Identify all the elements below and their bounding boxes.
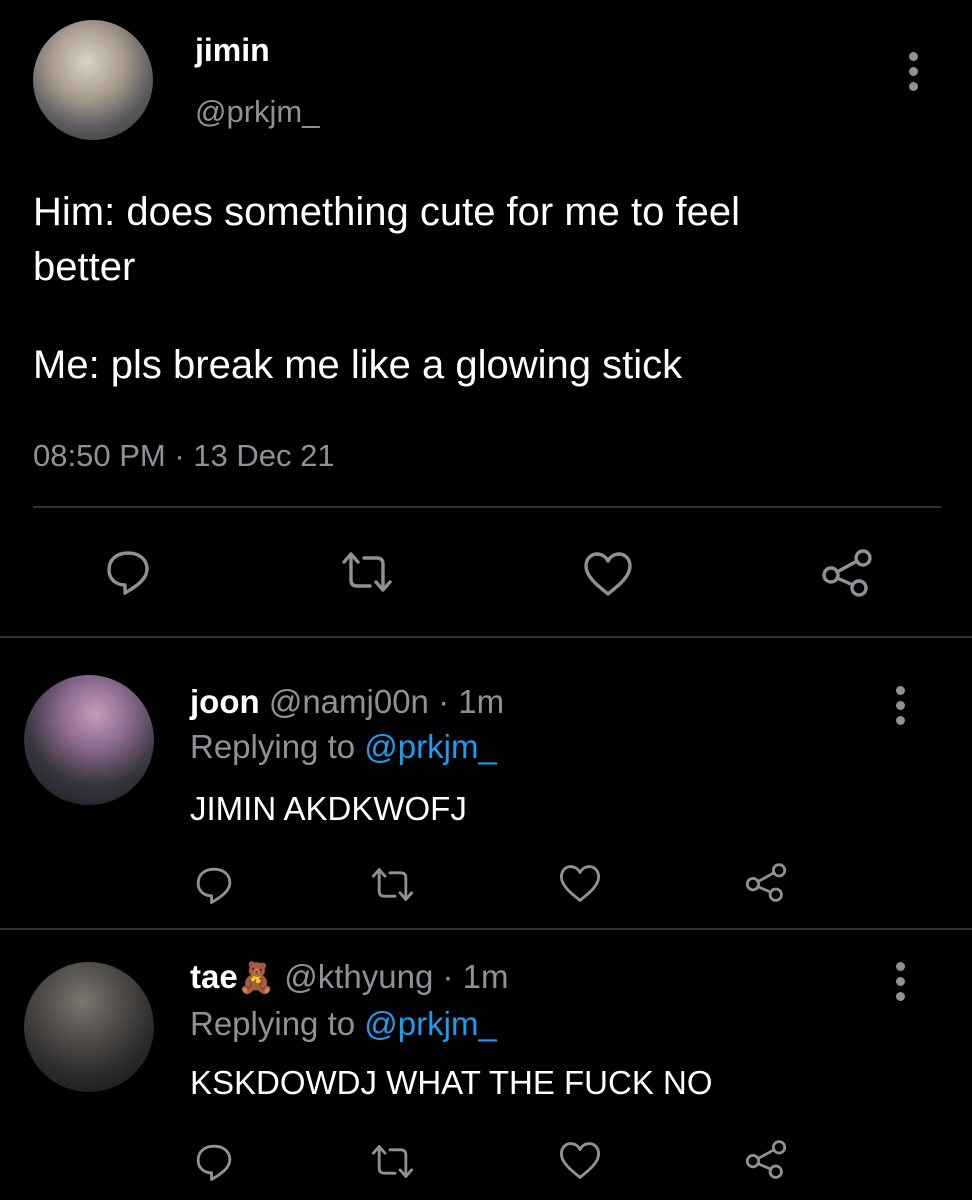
avatar-jimin[interactable] bbox=[33, 20, 153, 140]
tweet-time: 08:50 PM bbox=[33, 438, 166, 473]
reply-text-2: KSKDOWDJ WHAT THE FUCK NO bbox=[190, 1064, 713, 1101]
display-name[interactable]: joon bbox=[190, 683, 260, 720]
section-divider-2 bbox=[0, 928, 972, 930]
reply-header-1: joon @namj00n · 1m bbox=[190, 683, 504, 721]
replying-handle-link[interactable]: @prkjm_ bbox=[364, 728, 497, 765]
more-options-icon[interactable] bbox=[894, 962, 906, 1001]
share-icon[interactable] bbox=[744, 862, 788, 903]
user-handle[interactable]: @prkjm_ bbox=[195, 94, 319, 130]
reply-time: 1m bbox=[458, 683, 505, 720]
tweet-date: 13 Dec 21 bbox=[193, 438, 335, 473]
tweet-text-line-2: better bbox=[33, 245, 136, 289]
reply-icon[interactable] bbox=[104, 548, 152, 596]
time-separator: · bbox=[442, 958, 454, 995]
reply-time: 1m bbox=[462, 958, 509, 995]
more-options-icon[interactable] bbox=[894, 686, 906, 725]
replying-to-1: Replying to @prkjm_ bbox=[190, 728, 497, 766]
avatar-joon[interactable] bbox=[24, 675, 154, 805]
section-divider-1 bbox=[0, 636, 972, 638]
reply-text-1: JIMIN AKDKWOFJ bbox=[190, 790, 467, 827]
reply-header-2: tae🧸 @kthyung · 1m bbox=[190, 958, 509, 996]
user-handle[interactable]: @namj00n bbox=[269, 683, 429, 720]
share-icon[interactable] bbox=[744, 1139, 788, 1180]
share-icon[interactable] bbox=[820, 548, 874, 598]
replying-to-2: Replying to @prkjm_ bbox=[190, 1005, 497, 1043]
display-name[interactable]: jimin bbox=[195, 32, 270, 69]
replying-prefix: Replying to bbox=[190, 1005, 356, 1042]
like-icon[interactable] bbox=[558, 864, 602, 903]
reply-icon[interactable] bbox=[194, 865, 234, 905]
tweet-timestamp: 08:50 PM · 13 Dec 21 bbox=[33, 438, 335, 474]
more-options-icon[interactable] bbox=[907, 52, 919, 91]
time-separator: · bbox=[438, 683, 450, 720]
like-icon[interactable] bbox=[558, 1141, 602, 1180]
main-divider bbox=[33, 506, 941, 508]
user-handle[interactable]: @kthyung bbox=[284, 958, 433, 995]
tweet-text-line-3: Me: pls break me like a glowing stick bbox=[33, 343, 683, 387]
retweet-icon[interactable] bbox=[370, 1143, 415, 1180]
retweet-icon[interactable] bbox=[340, 550, 394, 594]
tweet-text-line-1: Him: does something cute for me to feel bbox=[33, 190, 740, 234]
replying-handle-link[interactable]: @prkjm_ bbox=[364, 1005, 497, 1042]
replying-prefix: Replying to bbox=[190, 728, 356, 765]
time-separator: · bbox=[174, 438, 185, 473]
like-icon[interactable] bbox=[582, 551, 634, 597]
avatar-tae[interactable] bbox=[24, 962, 154, 1092]
retweet-icon[interactable] bbox=[370, 866, 415, 903]
teddy-bear-emoji: 🧸 bbox=[237, 962, 276, 995]
display-name[interactable]: tae bbox=[190, 958, 238, 995]
reply-icon[interactable] bbox=[194, 1142, 234, 1182]
